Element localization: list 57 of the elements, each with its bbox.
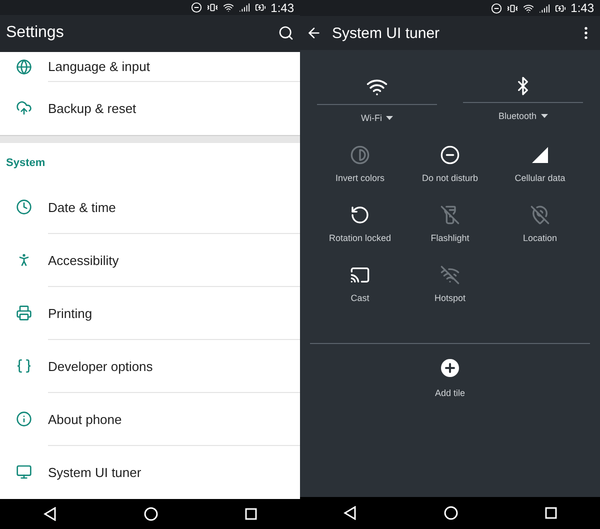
add-icon[interactable] — [438, 356, 462, 380]
tile-label: Do not disturb — [422, 173, 478, 183]
tile-label: Location — [522, 233, 558, 243]
monitor-icon — [16, 464, 32, 480]
tile-label: Flashlight — [430, 233, 470, 243]
search-icon[interactable] — [278, 25, 294, 42]
home-icon[interactable] — [444, 506, 458, 520]
recents-icon[interactable] — [544, 507, 557, 519]
tile-label: Add tile — [434, 388, 466, 398]
clock-time: 1:43 — [270, 0, 294, 15]
settings-item[interactable]: Developer options — [0, 340, 300, 393]
tile-dropdown[interactable]: Wi-Fi — [361, 113, 393, 123]
globe-icon — [16, 58, 32, 75]
battery-icon — [254, 2, 266, 14]
caret-icon — [540, 114, 548, 118]
app-title: System UI tuner — [332, 24, 441, 42]
cast-icon[interactable] — [350, 265, 370, 285]
tile-label: Rotation locked — [328, 233, 392, 243]
clock-time: 1:43 — [570, 1, 594, 15]
tile-label: Hotspot — [434, 293, 466, 303]
dnd-icon — [190, 2, 202, 14]
battery-icon — [554, 2, 566, 14]
app-title: Settings — [6, 24, 65, 42]
info-icon — [16, 411, 32, 428]
contrast-icon[interactable] — [350, 145, 370, 165]
section-header: System — [5, 156, 46, 171]
settings-item[interactable]: Language & input — [0, 52, 300, 82]
printer-icon — [16, 305, 32, 322]
back-arrow-icon[interactable] — [306, 25, 322, 41]
settings-item[interactable]: System UI tuner — [0, 446, 300, 499]
dnd-icon — [490, 2, 502, 14]
wifi-off-icon[interactable] — [440, 265, 460, 285]
vibrate-icon — [506, 2, 518, 14]
tile-label: Cellular data — [514, 173, 566, 183]
vibrate-icon — [206, 2, 218, 14]
flashlight-off-icon[interactable] — [440, 205, 460, 225]
rotate-icon[interactable] — [350, 205, 370, 225]
settings-item[interactable]: Backup & reset — [0, 82, 300, 135]
settings-item[interactable]: Accessibility — [0, 234, 300, 287]
home-icon[interactable] — [144, 506, 158, 521]
back-icon[interactable] — [343, 506, 358, 520]
settings-item[interactable]: About phone — [0, 392, 300, 446]
cloud-upload-icon — [16, 100, 32, 116]
wifi-icon — [522, 2, 534, 14]
tile-label: Cast — [350, 293, 370, 303]
back-icon[interactable] — [43, 506, 58, 521]
settings-item[interactable]: Date & time — [0, 180, 300, 234]
signal-icon[interactable] — [530, 145, 550, 165]
clock-icon — [16, 199, 32, 216]
recents-icon[interactable] — [244, 508, 257, 520]
tile-dropdown[interactable]: Bluetooth — [498, 111, 548, 121]
location-off-icon[interactable] — [530, 205, 550, 225]
minus-circle-icon[interactable] — [440, 145, 460, 165]
tile-label: Invert colors — [335, 173, 385, 183]
braces-icon — [16, 358, 32, 374]
settings-item[interactable]: Printing — [0, 286, 300, 340]
caret-icon — [386, 116, 393, 120]
